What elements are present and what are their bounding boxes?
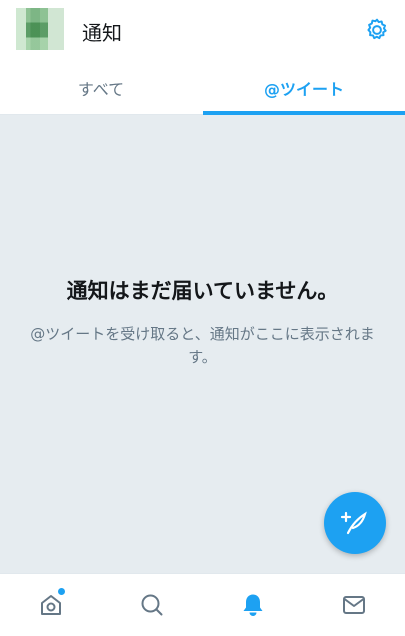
nav-notifications[interactable] [202, 574, 303, 636]
active-tab-indicator [203, 111, 405, 115]
gear-icon[interactable] [364, 17, 390, 43]
avatar[interactable] [16, 8, 64, 50]
compose-tweet-icon [340, 511, 367, 535]
tab-all[interactable]: すべて [0, 62, 202, 114]
empty-state-description: @ツイートを受け取ると、通知がここに表示されます。 [30, 325, 375, 366]
empty-state-title: 通知はまだ届いていません。 [66, 279, 339, 303]
top-header: 通知 [0, 0, 405, 62]
bottom-navigation [0, 573, 405, 636]
page-title: 通知 [82, 21, 122, 45]
home-badge-dot [58, 588, 65, 595]
notification-tabs: すべて @ツイート [0, 62, 405, 115]
tab-mentions[interactable]: @ツイート [203, 62, 405, 114]
nav-messages[interactable] [303, 574, 404, 636]
nav-home[interactable] [0, 574, 101, 636]
search-icon [141, 594, 162, 616]
nav-search[interactable] [101, 574, 202, 636]
home-icon [40, 595, 61, 615]
bell-icon [243, 594, 262, 616]
compose-tweet-button[interactable] [324, 492, 386, 554]
mail-icon [342, 596, 365, 614]
